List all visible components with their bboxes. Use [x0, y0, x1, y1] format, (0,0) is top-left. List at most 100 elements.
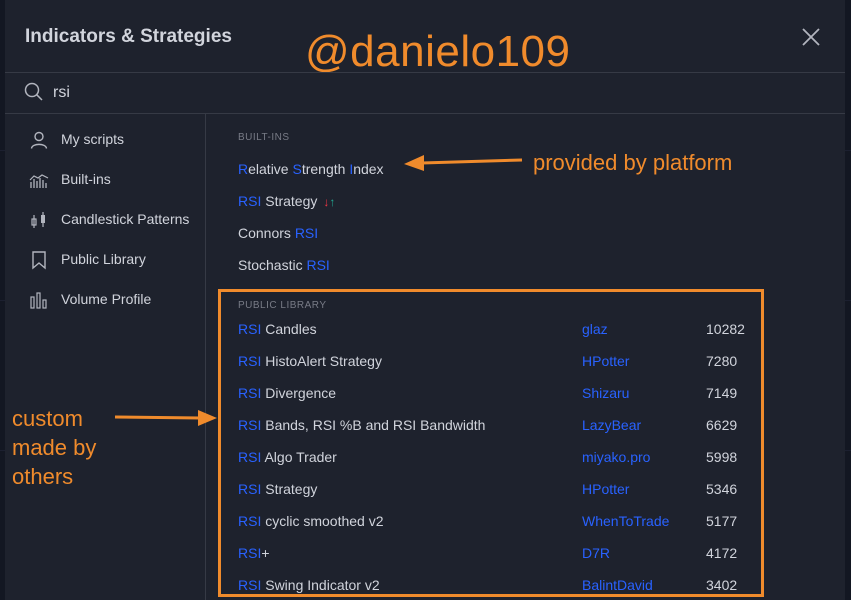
section-header-built-ins: BUILT-INS [238, 132, 290, 143]
script-name: Relative Strength Index [238, 161, 384, 177]
search-match-text: RSI [238, 193, 262, 209]
script-name-text: Algo Trader [261, 449, 337, 465]
public-library-row[interactable]: RSI Divergence Shizaru 7149 [238, 379, 798, 407]
search-match-text: R [238, 161, 249, 177]
script-name-text: Stochastic [238, 257, 307, 273]
public-library-row[interactable]: RSI Strategy HPotter 5346 [238, 475, 798, 503]
annotation-line: made by [12, 435, 97, 460]
search-match-text: RSI [238, 513, 262, 529]
search-icon [24, 82, 43, 101]
script-name: RSI Candles [238, 321, 317, 337]
annotation-provided-by-platform: provided by platform [533, 150, 733, 175]
author-link[interactable]: HPotter [582, 353, 629, 369]
likes-count: 7280 [706, 353, 738, 369]
sidebar-item-candlestick-patterns[interactable]: Candlestick Patterns [5, 202, 205, 238]
indicators-dialog: Indicators & Strategies @danielo109 My s… [5, 0, 845, 600]
section-header-public-library: PUBLIC LIBRARY [238, 300, 327, 311]
annotation-line: others [12, 464, 74, 489]
script-name-text: Candles [261, 321, 317, 337]
sidebar-item-label: Public Library [61, 251, 146, 267]
script-name: RSI Bands, RSI %B and RSI Bandwidth [238, 417, 485, 433]
search-match-text: RSI [306, 257, 330, 273]
script-name: RSI Swing Indicator v2 [238, 577, 380, 593]
watermark: @danielo109 [305, 27, 571, 76]
strategy-arrows-icon: ↓↑ [323, 195, 336, 209]
sidebar-item-built-ins[interactable]: Built-ins [5, 162, 205, 198]
dialog-title: Indicators & Strategies [25, 26, 232, 47]
search-match-text: RSI [238, 353, 262, 369]
script-name: RSI cyclic smoothed v2 [238, 513, 384, 529]
search-match-text: RSI [238, 417, 262, 433]
search-bar [5, 72, 845, 114]
script-name-text: ndex [353, 161, 384, 177]
likes-count: 5177 [706, 513, 738, 529]
public-library-row[interactable]: RSI Candles glaz 10282 [238, 315, 798, 343]
script-name-text: Strategy [261, 193, 318, 209]
script-name-text: Strategy [261, 481, 318, 497]
annotation-line: custom [12, 406, 83, 431]
close-icon [802, 28, 820, 46]
public-library-row[interactable]: RSI HistoAlert Strategy HPotter 7280 [238, 347, 798, 375]
author-link[interactable]: D7R [582, 545, 610, 561]
search-match-text: RSI [238, 545, 262, 561]
search-match-text: RSI [238, 385, 262, 401]
script-name: RSI Divergence [238, 385, 336, 401]
sidebar-item-my-scripts[interactable]: My scripts [5, 122, 205, 158]
sidebar-item-public-library[interactable]: Public Library [5, 242, 205, 278]
close-button[interactable] [800, 26, 822, 48]
script-name: RSI Strategy [238, 481, 317, 497]
script-name: RSI+ [238, 545, 270, 561]
user-icon [30, 131, 48, 149]
likes-count: 4172 [706, 545, 738, 561]
author-link[interactable]: LazyBear [582, 417, 641, 433]
sidebar-item-volume-profile[interactable]: Volume Profile [5, 282, 205, 318]
author-link[interactable]: Shizaru [582, 385, 629, 401]
script-name: RSI Strategy ↓↑ [238, 193, 335, 209]
author-link[interactable]: miyako.pro [582, 449, 650, 465]
search-match-text: S [292, 161, 302, 177]
script-name-text: HistoAlert Strategy [261, 353, 382, 369]
results-panel: BUILT-INS Relative Strength Index RSI Str… [206, 113, 845, 600]
search-match-text: RSI [238, 321, 262, 337]
public-library-row[interactable]: RSI cyclic smoothed v2 WhenToTrade 5177 [238, 507, 798, 535]
script-name-text: + [261, 545, 270, 561]
public-library-row[interactable]: RSI Bands, RSI %B and RSI Bandwidth LazyB… [238, 411, 798, 439]
script-name-text: elative [248, 161, 293, 177]
author-link[interactable]: WhenToTrade [582, 513, 669, 529]
script-name-text: cyclic smoothed v2 [261, 513, 384, 529]
likes-count: 10282 [706, 321, 745, 337]
script-name-text: Divergence [261, 385, 337, 401]
author-link[interactable]: BalintDavid [582, 577, 653, 593]
bookmark-icon [32, 251, 46, 270]
script-name-text: Connors [238, 225, 295, 241]
likes-count: 7149 [706, 385, 738, 401]
likes-count: 6629 [706, 417, 738, 433]
built-in-row[interactable]: Stochastic RSI [238, 251, 798, 279]
candlestick-icon [31, 212, 45, 228]
search-match-text: RSI [238, 481, 262, 497]
search-match-text: RSI [294, 225, 319, 241]
script-name: Stochastic RSI [238, 257, 330, 273]
chart-bars-icon [29, 174, 49, 188]
public-library-row[interactable]: RSI Algo Trader miyako.pro 5998 [238, 443, 798, 471]
annotation-custom-made-by-others: custom made by others [12, 404, 96, 491]
sidebar-item-label: Candlestick Patterns [61, 211, 190, 227]
script-name: Connors RSI [238, 225, 318, 241]
search-match-text: RSI [238, 577, 262, 593]
search-input[interactable] [51, 79, 755, 107]
public-library-row[interactable]: RSI Swing Indicator v2 BalintDavid 3402 [238, 571, 798, 599]
script-name: RSI Algo Trader [238, 449, 337, 465]
sidebar: My scripts Built-ins Candlestick Pattern… [5, 113, 206, 600]
author-link[interactable]: HPotter [582, 481, 629, 497]
script-name: RSI HistoAlert Strategy [238, 353, 382, 369]
script-name-text: trength [301, 161, 350, 177]
author-link[interactable]: glaz [582, 321, 608, 337]
built-in-row[interactable]: Connors RSI [238, 219, 798, 247]
built-in-row[interactable]: RSI Strategy ↓↑ [238, 187, 798, 215]
likes-count: 5998 [706, 449, 738, 465]
sidebar-item-label: My scripts [61, 131, 124, 147]
likes-count: 5346 [706, 481, 738, 497]
public-library-row[interactable]: RSI+ D7R 4172 [238, 539, 798, 567]
sidebar-item-label: Built-ins [61, 171, 111, 187]
sidebar-item-label: Volume Profile [61, 291, 152, 307]
